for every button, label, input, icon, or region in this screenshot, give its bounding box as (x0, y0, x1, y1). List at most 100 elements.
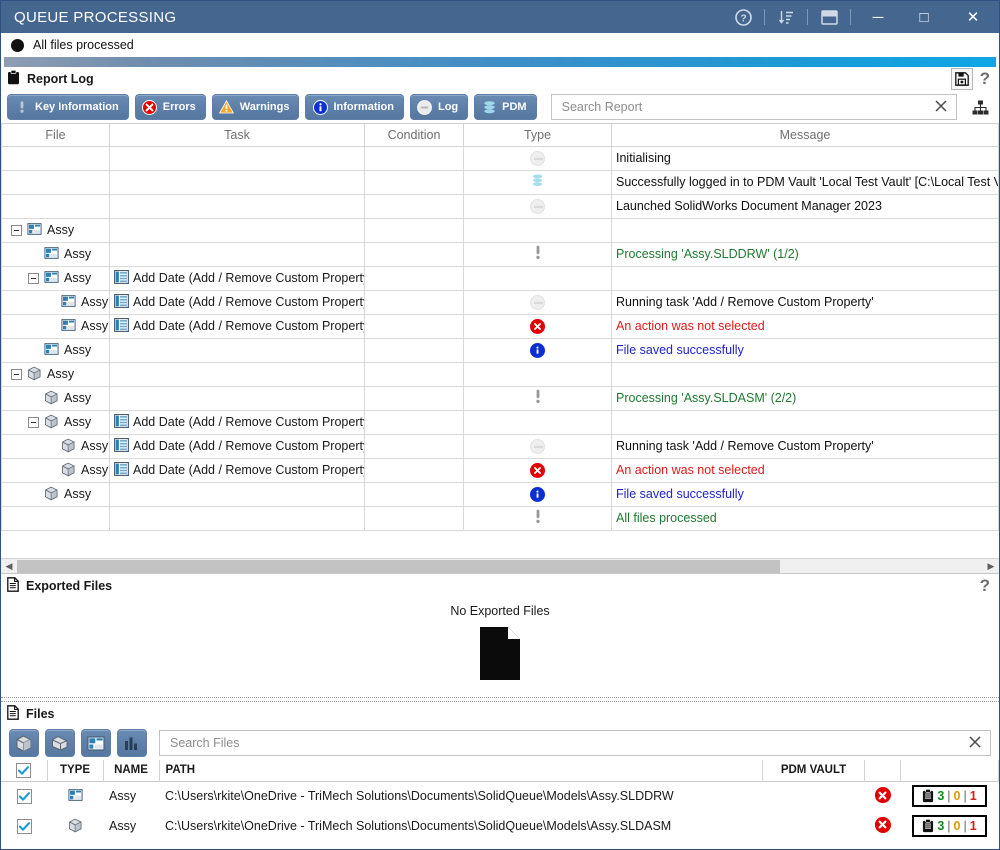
row-checkbox[interactable] (16, 818, 32, 834)
cell-task: Add Date (Add / Remove Custom Property) (109, 433, 365, 459)
queue-processing-window: QUEUE PROCESSING ? ─ □ ✕ All files proce… (0, 0, 1000, 850)
clear-files-search-icon[interactable] (966, 735, 984, 752)
window-layout-icon[interactable] (812, 1, 846, 33)
filter-assemblies-button[interactable] (9, 729, 39, 757)
filter-pdm-button[interactable]: PDM (474, 94, 537, 120)
table-row[interactable]: Assy File saved successfully (1, 337, 999, 363)
expander-toggle[interactable] (28, 416, 39, 428)
close-button[interactable]: ✕ (947, 1, 999, 33)
column-header-status[interactable] (864, 760, 901, 781)
cell-condition (364, 457, 464, 483)
column-header-path[interactable]: PATH (159, 760, 763, 781)
task-name: Add Date (Add / Remove Custom Property) (133, 271, 365, 285)
column-header-counts[interactable] (900, 760, 999, 781)
scrollbar-thumb[interactable] (17, 559, 781, 573)
cell-message: Processing 'Assy.SLDASM' (2/2) (611, 385, 999, 411)
filter-drawings-button[interactable] (81, 729, 111, 757)
table-row[interactable]: Initialising (1, 145, 999, 171)
filter-key-information-button[interactable]: Key Information (7, 94, 129, 120)
table-row[interactable]: Assy Add Date (Add / Remove Custom Proper… (1, 457, 999, 483)
count-error: 1 (969, 789, 977, 804)
table-row[interactable]: Assy (1, 217, 999, 243)
file-row[interactable]: Assy C:\Users\rkite\OneDrive - TriMech So… (1, 811, 999, 841)
column-header-file[interactable]: File (1, 124, 110, 147)
log-circle-icon (417, 99, 433, 115)
column-header-name[interactable]: NAME (103, 760, 160, 781)
table-row[interactable]: Assy Add Date (Add / Remove Custom Proper… (1, 289, 999, 315)
cell-task: Add Date (Add / Remove Custom Property) (109, 457, 365, 483)
assembly-icon (16, 735, 31, 752)
search-files-input[interactable] (168, 735, 966, 751)
select-all-header[interactable] (1, 760, 48, 781)
clear-search-icon[interactable] (932, 99, 950, 116)
help-icon[interactable]: ? (726, 1, 760, 33)
hierarchy-icon[interactable] (967, 94, 993, 120)
filter-parts-button[interactable] (45, 729, 75, 757)
cell-message: All files processed (611, 505, 999, 531)
progress-bar-container (3, 57, 997, 67)
table-row[interactable]: Assy Add Date (Add / Remove Custom Proper… (1, 313, 999, 339)
column-header-condition[interactable]: Condition (364, 124, 464, 147)
select-all-checkbox[interactable] (16, 762, 32, 778)
filter-warnings-button[interactable]: Warnings (211, 94, 300, 120)
error-circle-icon (530, 318, 545, 334)
filter-label: Information (333, 101, 394, 113)
exclamation-icon (535, 509, 541, 527)
column-header-type[interactable]: Type (463, 124, 612, 147)
filter-information-button[interactable]: Information (305, 94, 404, 120)
table-row[interactable]: Assy Processing 'Assy.SLDDRW' (1/2) (1, 241, 999, 267)
files-search-box[interactable] (159, 730, 991, 756)
expander-toggle[interactable] (11, 368, 22, 380)
expander-toggle[interactable] (28, 272, 39, 284)
log-circle-icon (530, 150, 545, 166)
count-separator: | (947, 819, 951, 833)
scrollbar-track[interactable] (17, 559, 983, 573)
report-search-box[interactable] (550, 94, 957, 120)
column-header-message[interactable]: Message (611, 124, 999, 147)
filter-label: Key Information (35, 101, 119, 113)
exported-files-body: No Exported Files (1, 598, 999, 697)
save-report-button[interactable] (950, 68, 973, 90)
table-row[interactable]: Launched SolidWorks Document Manager 202… (1, 193, 999, 219)
report-counts-badge[interactable]: 3 | 0 | 1 (912, 815, 987, 837)
cell-message (611, 361, 999, 387)
report-horizontal-scrollbar[interactable]: ◀ ▶ (1, 558, 999, 573)
report-log-help-icon[interactable]: ? (977, 69, 993, 89)
cell-task (109, 217, 365, 243)
filter-errors-button[interactable]: Errors (134, 94, 206, 120)
row-checkbox[interactable] (16, 788, 32, 804)
task-icon (114, 413, 129, 431)
table-row[interactable]: Assy Add Date (Add / Remove Custom Proper… (1, 409, 999, 435)
cell-checkbox[interactable] (1, 781, 47, 811)
expander-toggle[interactable] (11, 224, 22, 236)
error-circle-icon (530, 462, 545, 478)
table-header-row: File Task Condition Type Message (1, 124, 999, 147)
table-row[interactable]: Assy (1, 361, 999, 387)
exported-files-help-icon[interactable]: ? (977, 576, 993, 596)
table-row[interactable]: Assy File saved successfully (1, 481, 999, 507)
sort-descending-icon[interactable] (769, 1, 803, 33)
table-row[interactable]: Successfully logged in to PDM Vault 'Loc… (1, 169, 999, 195)
filter-log-button[interactable]: Log (409, 94, 469, 120)
table-row[interactable]: Assy Add Date (Add / Remove Custom Proper… (1, 265, 999, 291)
cell-status (865, 781, 901, 811)
cell-counts[interactable]: 3 | 0 | 1 (901, 811, 999, 841)
table-row[interactable]: Assy Processing 'Assy.SLDASM' (2/2) (1, 385, 999, 411)
scroll-left-icon[interactable]: ◀ (1, 561, 17, 572)
cell-checkbox[interactable] (1, 811, 47, 841)
drawing-icon (87, 735, 105, 751)
column-header-pdm-vault[interactable]: PDM VAULT (762, 760, 865, 781)
cell-file: Assy (1, 481, 110, 507)
file-row[interactable]: Assy C:\Users\rkite\OneDrive - TriMech So… (1, 781, 999, 811)
column-header-task[interactable]: Task (109, 124, 365, 147)
search-report-input[interactable] (559, 99, 932, 115)
report-counts-badge[interactable]: 3 | 0 | 1 (912, 785, 987, 808)
cell-counts[interactable]: 3 | 0 | 1 (901, 781, 999, 811)
table-row[interactable]: Assy Add Date (Add / Remove Custom Proper… (1, 433, 999, 459)
scroll-right-icon[interactable]: ▶ (983, 561, 999, 572)
minimize-button[interactable]: ─ (855, 1, 901, 33)
maximize-button[interactable]: □ (901, 1, 947, 33)
table-row[interactable]: All files processed (1, 505, 999, 531)
column-header-type[interactable]: TYPE (47, 760, 104, 781)
filter-statistics-button[interactable] (117, 729, 147, 757)
